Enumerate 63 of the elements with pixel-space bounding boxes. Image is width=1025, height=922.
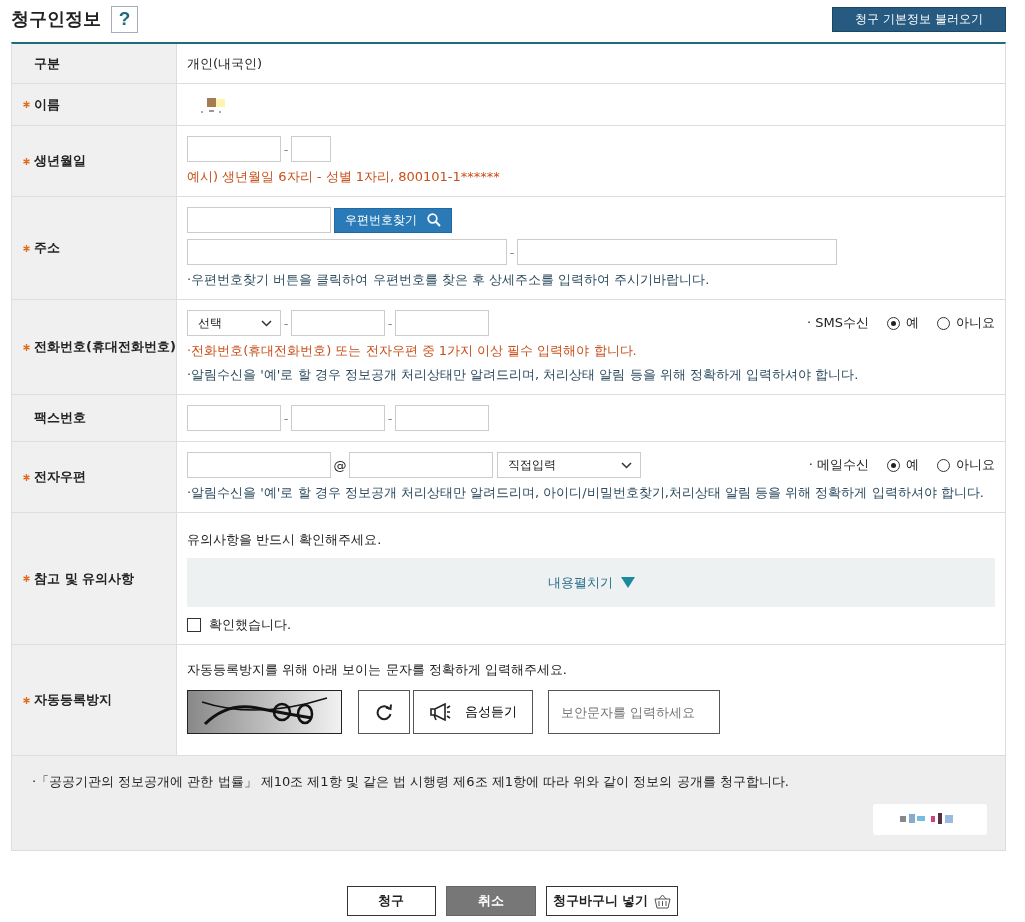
postcode-search-button[interactable]: 우편번호찾기 [334,207,452,233]
radio-button[interactable] [887,458,900,472]
input-field[interactable]: 보안문자를 입력하세요 [548,690,720,734]
field-label: 생년월일 [34,152,86,170]
radio-label: 예 [906,314,919,332]
search-icon [427,213,441,227]
add-to-basket-button[interactable]: 청구바구니 넣기 [545,886,679,916]
separator-text: - [386,315,394,331]
radio-button[interactable] [937,316,950,330]
help-note: ·우편번호찾기 버튼을 클릭하여 우편번호를 찾은 후 상세주소를 입력하여 주시기바랍니다. [187,271,711,289]
required-icon [23,575,30,582]
chevron-down-icon [621,461,632,469]
listen-audio-button[interactable]: 음성듣기 [413,690,533,734]
separator-text: - [282,410,290,426]
radio-label: 예 [906,456,919,474]
field-label: 구분 [34,54,60,73]
field-label: 전화번호(휴대전화번호) [34,338,176,356]
help-note: ·알림수신을 '예'로 할 경우 정보공개 처리상태만 알려드리며, 아이디/비밀번호찾기,처리상태 알림 등을 위해 정확하게 입력하셔야 합니다. [187,484,985,502]
checkbox[interactable] [187,618,201,632]
field-label: 이름 [34,95,60,114]
at-sign-text: @ [332,457,348,473]
radio-button[interactable] [887,316,900,330]
dropdown[interactable]: 선택 [187,310,281,336]
radio-button[interactable] [937,458,950,472]
field-label: 주소 [34,239,60,257]
separator-text: - [508,244,516,260]
field-label: 전자우편 [34,468,86,486]
submit-button[interactable]: 청구 [346,886,436,916]
required-icon [23,473,30,481]
captcha-instruction: 자동등록방지를 위해 아래 보이는 문자를 정확하게 입력해주세요. [187,661,568,679]
chevron-down-icon [261,319,272,327]
cancel-button[interactable]: 취소 [445,886,536,916]
dropdown[interactable]: 직접입력 [497,452,641,478]
field-label: 팩스번호 [34,409,86,427]
basket-icon [654,893,672,909]
declaration-text: ·「공공기관의 정보공개에 관한 법률」 제10조 제1항 및 같은 법 시행령 제6조 제1항에 따라 위와 같이 정보의 공개를 청구합니다. [32,773,790,791]
section-title: 청구인정보 [11,7,101,31]
separator-text: - [282,141,290,157]
consent-label: · SMS수신 [807,314,869,332]
field-label: 참고 및 유의사항 [34,569,135,588]
field-value: 개인(내국인) [187,54,264,73]
expand-content-button[interactable]: 내용펼치기 [187,558,995,607]
field-label: 자동등록방지 [34,691,112,709]
radio-label: 아니요 [956,456,995,474]
required-icon [23,343,30,351]
megaphone-icon [429,703,451,721]
help-note: ·알림수신을 '예'로 할 경우 정보공개 처리상태만 알려드리며, 처리상태 알림 등을 위해 정확하게 입력하셔야 합니다. [187,366,860,384]
consent-label: · 메일수신 [808,456,869,474]
checkbox-label: 확인했습니다. [209,616,292,634]
warning-note: 예시) 생년월일 6자리 - 성별 1자리, 800101-1****** [187,168,501,186]
warning-note: ·전화번호(휴대전화번호) 또는 전자우편 중 1가지 이상 필수 입력해야 합니다. [187,342,638,360]
required-icon [23,157,30,165]
separator-text: - [386,410,394,426]
radio-label: 아니요 [956,314,995,332]
refresh-button[interactable] [358,690,410,734]
required-icon [23,696,30,704]
help-button[interactable]: ? [111,5,138,33]
refresh-icon [375,703,393,721]
required-icon [23,244,30,252]
separator-text: - [282,315,290,331]
load-info-button[interactable]: 청구 기본정보 불러오기 [832,6,1006,32]
required-icon [23,101,30,108]
notice-text: 유의사항을 반드시 확인해주세요. [187,531,383,549]
